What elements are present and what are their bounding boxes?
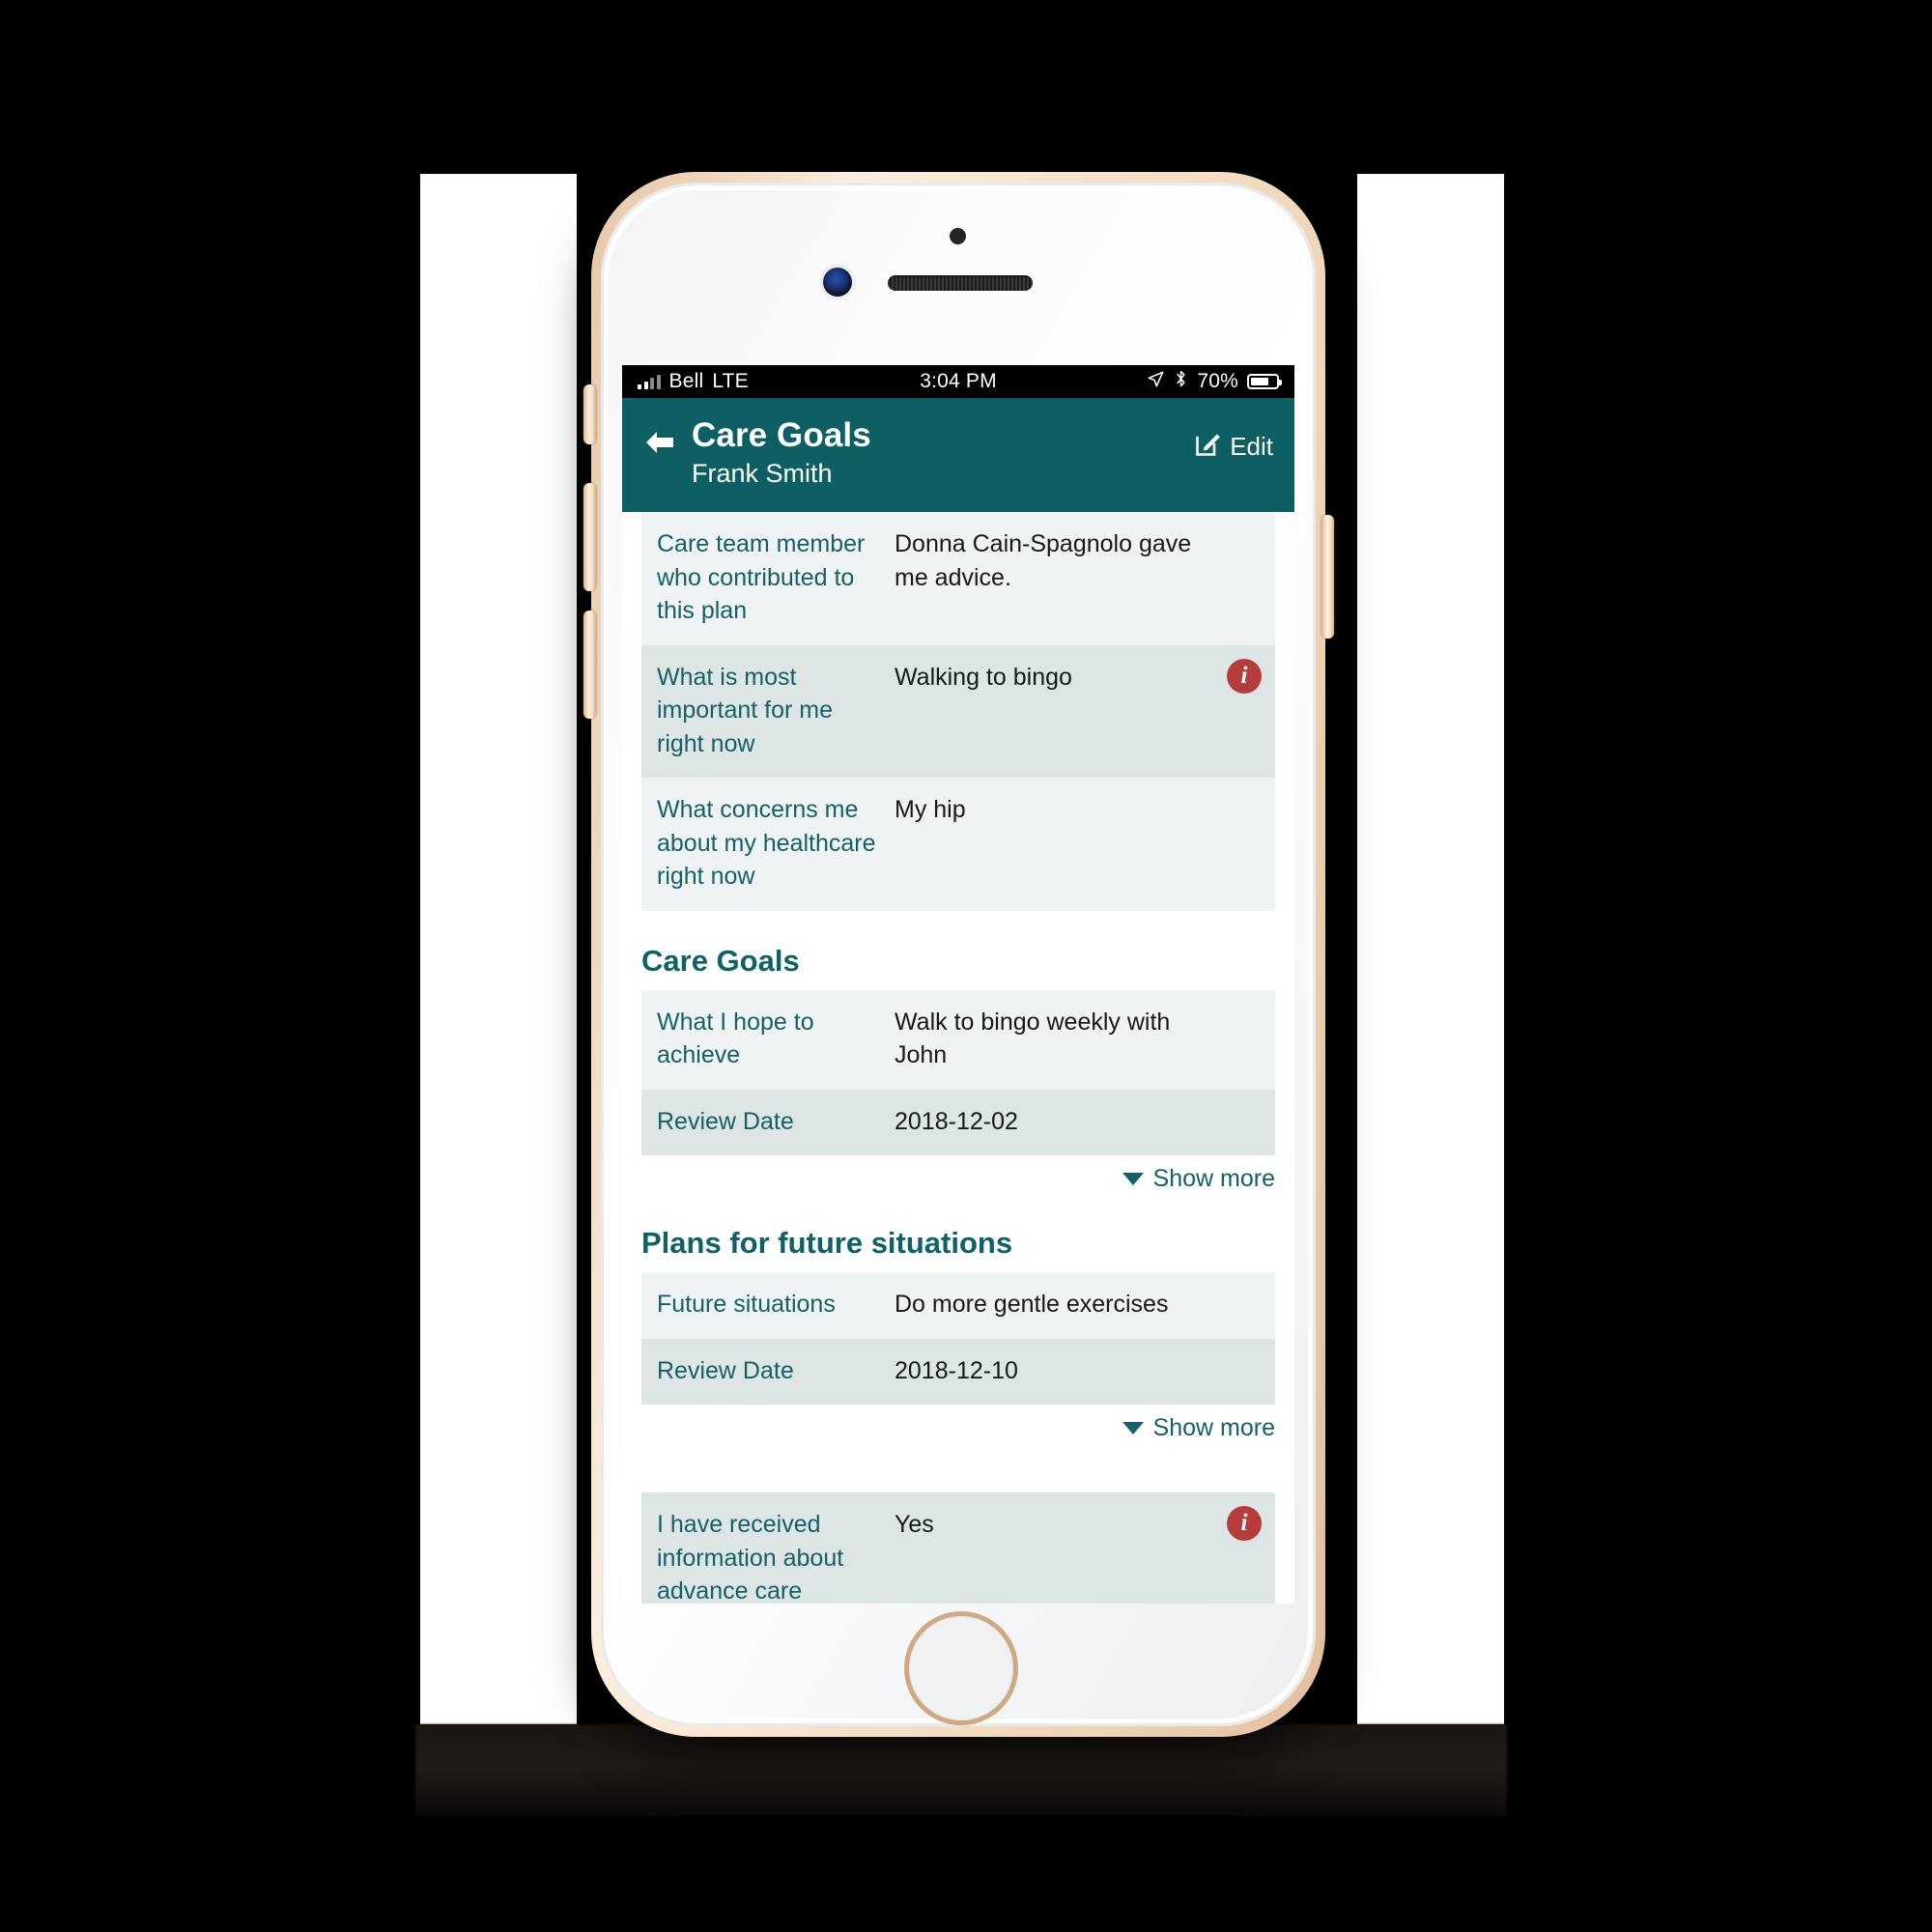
edit-button[interactable]: Edit [1194,431,1273,463]
status-bar-right: 70% [1147,369,1282,394]
status-bar: Bell LTE 3:04 PM 70% [622,365,1294,398]
section-title: Plans for future situations [641,1226,1013,1261]
home-button[interactable] [904,1611,1018,1725]
table-row[interactable]: Future situations Do more gentle exercise… [641,1272,1275,1339]
power-button[interactable] [1321,515,1334,639]
table-row[interactable]: What is most important for me right now W… [641,644,1275,779]
app-header: Care Goals Frank Smith Edit [622,398,1294,513]
chevron-down-icon [1122,1173,1144,1186]
row-label: What I hope to achieve [657,1008,814,1069]
bottom-rows-group: I have received information about advanc… [641,1492,1275,1604]
show-more-button[interactable]: Show more [641,1165,1275,1193]
show-more-button[interactable]: Show more [641,1414,1275,1442]
edit-button-label: Edit [1230,432,1273,461]
row-value: Yes [895,1511,934,1539]
row-value: 2018-12-10 [895,1356,1018,1384]
backdrop-panel-left [420,174,577,1724]
chevron-down-icon [1122,1422,1144,1435]
sections-container: Care Goals What I hope to achieve Walk to … [622,944,1294,1443]
volume-down-button[interactable] [583,611,596,719]
row-label: What concerns me about my healthcare rig… [657,796,876,891]
table-row[interactable]: What concerns me about my healthcare rig… [641,778,1275,911]
content-area: Care team member who contributed to this… [622,512,1294,1604]
show-more-label: Show more [1152,1414,1275,1442]
mute-switch-button[interactable] [583,384,596,444]
row-value: Do more gentle exercises [895,1291,1169,1319]
info-icon[interactable]: i [1227,658,1262,694]
header-title-block: Care Goals Frank Smith [692,415,1194,491]
device-shadow [415,1724,1507,1816]
front-camera-icon [823,268,852,297]
show-more-label: Show more [1152,1165,1275,1193]
battery-percent-label: 70% [1197,370,1238,392]
row-value: Walking to bingo [895,663,1072,691]
row-label: Review Date [657,1356,794,1384]
section-title: Care Goals [641,943,800,978]
section-rows-group: What I hope to achieve Walk to bingo week… [641,989,1275,1156]
page-title: Care Goals [692,416,871,454]
row-value: 2018-12-02 [895,1107,1018,1135]
proximity-sensor-icon [950,228,966,244]
row-label: Care team member who contributed to this… [657,530,866,625]
battery-icon [1247,374,1282,389]
top-rows-group: Care team member who contributed to this… [641,512,1275,911]
row-label: What is most important for me right now [657,663,834,757]
table-row[interactable]: Care team member who contributed to this… [641,512,1275,645]
table-row[interactable]: Review Date 2018-12-02 [641,1089,1275,1156]
bluetooth-icon [1174,369,1188,394]
row-label: I have received information about advanc… [657,1511,844,1604]
row-value: My hip [895,796,966,824]
patient-name: Frank Smith [692,459,833,489]
table-row[interactable]: I have received information about advanc… [641,1492,1275,1604]
row-label: Future situations [657,1291,836,1319]
location-arrow-icon [1147,370,1165,394]
row-value: Donna Cain-Spagnolo gave me advice. [895,530,1192,591]
row-label: Review Date [657,1107,794,1135]
table-row[interactable]: Review Date 2018-12-10 [641,1338,1275,1406]
earpiece-speaker-icon [888,275,1033,291]
table-row[interactable]: What I hope to achieve Walk to bingo week… [641,989,1275,1090]
edit-pencil-icon [1194,431,1221,463]
backdrop-panel-right [1357,174,1504,1724]
back-arrow-icon[interactable] [643,429,676,461]
volume-up-button[interactable] [583,483,596,591]
phone-screen: Bell LTE 3:04 PM 70% Care Goals Frank Sm [622,365,1294,1604]
row-value: Walk to bingo weekly with John [895,1008,1171,1069]
section-rows-group: Future situations Do more gentle exercise… [641,1272,1275,1406]
